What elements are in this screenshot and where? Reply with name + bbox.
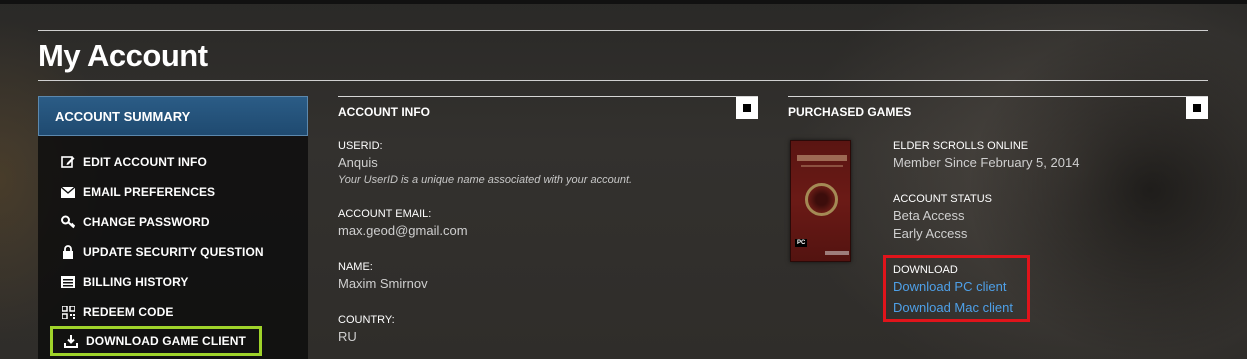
game-title: ELDER SCROLLS ONLINE xyxy=(893,140,1029,152)
userid-label: USERID: xyxy=(338,140,383,152)
sidebar-item-label: EDIT ACCOUNT INFO xyxy=(83,155,207,169)
box-art-title-logo xyxy=(797,155,847,161)
sidebar-item-redeem-code[interactable]: REDEEM CODE xyxy=(60,301,300,323)
account-status-label: ACCOUNT STATUS xyxy=(893,193,993,205)
sidebar-item-label: BILLING HISTORY xyxy=(83,275,189,289)
purchased-games-divider xyxy=(788,96,1208,97)
sidebar-item-change-password[interactable]: CHANGE PASSWORD xyxy=(60,211,300,233)
box-art-subtitle xyxy=(801,165,843,167)
square-icon xyxy=(743,104,751,112)
lock-icon xyxy=(60,244,76,260)
sidebar-item-update-security-question[interactable]: UPDATE SECURITY QUESTION xyxy=(60,241,300,263)
status-beta-access: Beta Access xyxy=(893,208,965,223)
email-label: ACCOUNT EMAIL: xyxy=(338,208,432,220)
name-label: NAME: xyxy=(338,261,373,273)
divider-top xyxy=(38,30,1208,31)
sidebar-item-label: UPDATE SECURITY QUESTION xyxy=(83,245,264,259)
download-mac-client-link[interactable]: Download Mac client xyxy=(893,300,1013,315)
sidebar-item-billing-history[interactable]: BILLING HISTORY xyxy=(60,271,300,293)
purchased-games-collapse-button[interactable] xyxy=(1186,97,1208,119)
download-label: DOWNLOAD xyxy=(893,264,958,276)
qr-code-icon xyxy=(60,304,76,320)
country-value: RU xyxy=(338,329,357,344)
dragon-seal-icon xyxy=(805,183,838,216)
sidebar-item-label: EMAIL PREFERENCES xyxy=(83,185,216,199)
edit-icon xyxy=(60,154,76,170)
download-pc-client-link[interactable]: Download PC client xyxy=(893,279,1006,294)
download-icon xyxy=(63,333,79,349)
sidebar-item-label: CHANGE PASSWORD xyxy=(83,215,210,229)
top-bar xyxy=(0,0,1247,4)
sidebar-item-label: REDEEM CODE xyxy=(83,305,174,319)
status-early-access: Early Access xyxy=(893,226,968,241)
publisher-logos xyxy=(825,251,849,255)
account-sidebar: ACCOUNT SUMMARY EDIT ACCOUNT INFO EMAIL … xyxy=(38,96,308,359)
account-info-divider xyxy=(338,96,758,97)
sidebar-header[interactable]: ACCOUNT SUMMARY xyxy=(38,96,308,136)
account-info-collapse-button[interactable] xyxy=(736,97,758,119)
list-icon xyxy=(60,274,76,290)
sidebar-item-edit-account-info[interactable]: EDIT ACCOUNT INFO xyxy=(60,151,300,173)
name-value: Maxim Smirnov xyxy=(338,276,428,291)
sidebar-item-download-game-client[interactable]: DOWNLOAD GAME CLIENT xyxy=(50,326,262,356)
page-title: My Account xyxy=(38,38,208,73)
member-since: Member Since February 5, 2014 xyxy=(893,155,1080,170)
sidebar-item-label: DOWNLOAD GAME CLIENT xyxy=(86,334,246,348)
envelope-icon xyxy=(60,184,76,200)
key-icon xyxy=(60,214,76,230)
game-box-art: PC xyxy=(790,140,851,262)
userid-hint: Your UserID is a unique name associated … xyxy=(338,174,633,186)
country-label: COUNTRY: xyxy=(338,314,395,326)
platform-badge: PC xyxy=(795,239,808,247)
sidebar-item-email-preferences[interactable]: EMAIL PREFERENCES xyxy=(60,181,300,203)
userid-value: Anquis xyxy=(338,155,378,170)
purchased-games-title: PURCHASED GAMES xyxy=(788,105,912,119)
account-info-title: ACCOUNT INFO xyxy=(338,105,430,119)
divider-title xyxy=(38,80,1208,81)
sidebar-header-label: ACCOUNT SUMMARY xyxy=(55,109,191,124)
square-icon xyxy=(1193,104,1201,112)
email-value: max.geod@gmail.com xyxy=(338,223,468,238)
